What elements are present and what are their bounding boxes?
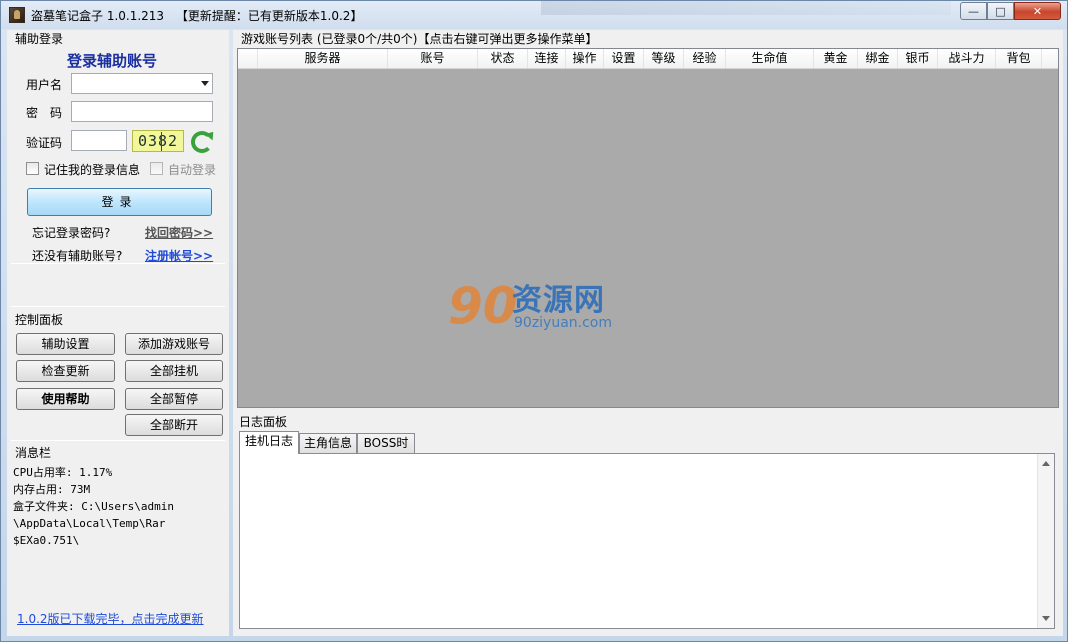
title-bar[interactable]: 盗墓笔记盒子 1.0.1.213 【更新提醒：已有更新版本1.0.2】 — □ … — [1, 1, 1067, 29]
password-label: 密 码 — [26, 106, 63, 120]
watermark-url: 90ziyuan.com — [514, 315, 613, 331]
remember-label[interactable]: 记住我的登录信息 — [44, 161, 140, 178]
watermark-text: 资源网 — [512, 283, 605, 318]
captcha-label: 验证码 — [26, 136, 63, 150]
disconnect-all-button[interactable]: 全部断开 — [125, 414, 223, 436]
scroll-up-arrow-icon[interactable] — [1042, 461, 1050, 466]
username-select[interactable] — [71, 73, 213, 94]
column-header-gold[interactable]: 黄金 — [814, 49, 858, 68]
update-notice: 【更新提醒：已有更新版本1.0.2】 — [175, 9, 363, 23]
refresh-icon[interactable] — [191, 131, 213, 153]
messages-group-title: 消息栏 — [13, 444, 54, 461]
maximize-button[interactable]: □ — [987, 2, 1014, 20]
background-window-ghost — [541, 1, 951, 15]
tab-boss-time[interactable]: BOSS时间 — [357, 433, 415, 468]
check-update-button[interactable]: 检查更新 — [16, 360, 115, 382]
login-group-title: 辅助登录 — [13, 30, 66, 47]
column-header-settings[interactable]: 设置 — [604, 49, 644, 68]
remember-checkbox[interactable] — [26, 162, 39, 175]
separator — [11, 263, 225, 264]
column-header-status[interactable]: 状态 — [478, 49, 528, 68]
captcha-text: 0382 — [137, 132, 179, 150]
login-button[interactable]: 登录 — [27, 188, 212, 216]
column-header-account[interactable]: 账号 — [388, 49, 478, 68]
app-icon — [9, 7, 25, 23]
password-field[interactable] — [71, 101, 213, 122]
scroll-down-arrow-icon[interactable] — [1042, 616, 1050, 621]
column-header-experience[interactable]: 经验 — [684, 49, 726, 68]
tab-character-info[interactable]: 主角信息 — [299, 433, 357, 453]
column-header-bound-gold[interactable]: 绑金 — [858, 49, 898, 68]
separator — [11, 440, 225, 441]
column-header-bag[interactable]: 背包 — [996, 49, 1042, 68]
system-info-text: CPU占用率: 1.17% 内存占用: 73M 盒子文件夹: C:\Users\… — [13, 466, 174, 547]
accounts-table[interactable]: 服务器 账号 状态 连接 操作 设置 等级 经验 生命值 黄金 绑金 银币 战斗… — [237, 48, 1059, 408]
auto-login-label[interactable]: 自动登录 — [168, 161, 216, 178]
table-column-spacer — [238, 49, 258, 68]
complete-update-link[interactable]: 1.0.2版已下载完毕，点击完成更新 — [17, 610, 204, 627]
main-window: 盗墓笔记盒子 1.0.1.213 【更新提醒：已有更新版本1.0.2】 — □ … — [0, 0, 1068, 642]
recover-password-link[interactable]: 找回密码>> — [145, 224, 213, 241]
accounts-table-header: 服务器 账号 状态 连接 操作 设置 等级 经验 生命值 黄金 绑金 银币 战斗… — [238, 49, 1058, 69]
forgot-password-text: 忘记登录密码? — [32, 226, 111, 240]
captcha-image[interactable]: 0382 — [132, 130, 184, 152]
column-header-silver[interactable]: 银币 — [898, 49, 938, 68]
help-button[interactable]: 使用帮助 — [16, 388, 115, 410]
separator — [11, 306, 225, 307]
chevron-down-icon[interactable] — [201, 81, 209, 86]
watermark-logo: 90 — [448, 277, 518, 335]
tab-idle-log[interactable]: 挂机日志 — [239, 431, 299, 454]
start-all-button[interactable]: 全部挂机 — [125, 360, 223, 382]
minimize-button[interactable]: — — [960, 2, 987, 20]
column-header-hp[interactable]: 生命值 — [726, 49, 814, 68]
log-scrollbar[interactable] — [1037, 454, 1054, 628]
log-textarea[interactable] — [239, 453, 1055, 629]
pause-all-button[interactable]: 全部暂停 — [125, 388, 223, 410]
window-title-text: 盗墓笔记盒子 1.0.1.213 — [31, 9, 165, 23]
captcha-noise-line — [161, 132, 162, 151]
column-header-server[interactable]: 服务器 — [258, 49, 388, 68]
column-header-operation[interactable]: 操作 — [566, 49, 604, 68]
login-heading: 登录辅助账号 — [67, 52, 158, 70]
left-panel: 辅助登录 登录辅助账号 用户名 密 码 验证码 0382 记住我的登录信息 自动… — [7, 30, 229, 636]
username-label: 用户名 — [26, 78, 63, 92]
register-link[interactable]: 注册帐号>> — [145, 247, 213, 264]
column-header-connection[interactable]: 连接 — [528, 49, 566, 68]
no-account-text: 还没有辅助账号? — [32, 249, 123, 263]
auto-login-checkbox[interactable] — [150, 162, 163, 175]
settings-button[interactable]: 辅助设置 — [16, 333, 115, 355]
add-account-button[interactable]: 添加游戏账号 — [125, 333, 223, 355]
captcha-field[interactable] — [71, 130, 127, 151]
right-panel: 游戏账号列表 (已登录0个/共0个)【点击右键可弹出更多操作菜单】 服务器 账号… — [233, 30, 1063, 636]
control-group-title: 控制面板 — [13, 311, 66, 328]
close-button[interactable]: ✕ — [1014, 2, 1061, 20]
window-title: 盗墓笔记盒子 1.0.1.213 【更新提醒：已有更新版本1.0.2】 — [31, 7, 362, 24]
log-panel-title: 日志面板 — [239, 415, 288, 429]
accounts-list-title: 游戏账号列表 (已登录0个/共0个)【点击右键可弹出更多操作菜单】 — [239, 30, 600, 47]
watermark: 90 资源网 90ziyuan.com — [448, 275, 638, 339]
column-header-level[interactable]: 等级 — [644, 49, 684, 68]
column-header-combat-power[interactable]: 战斗力 — [938, 49, 996, 68]
